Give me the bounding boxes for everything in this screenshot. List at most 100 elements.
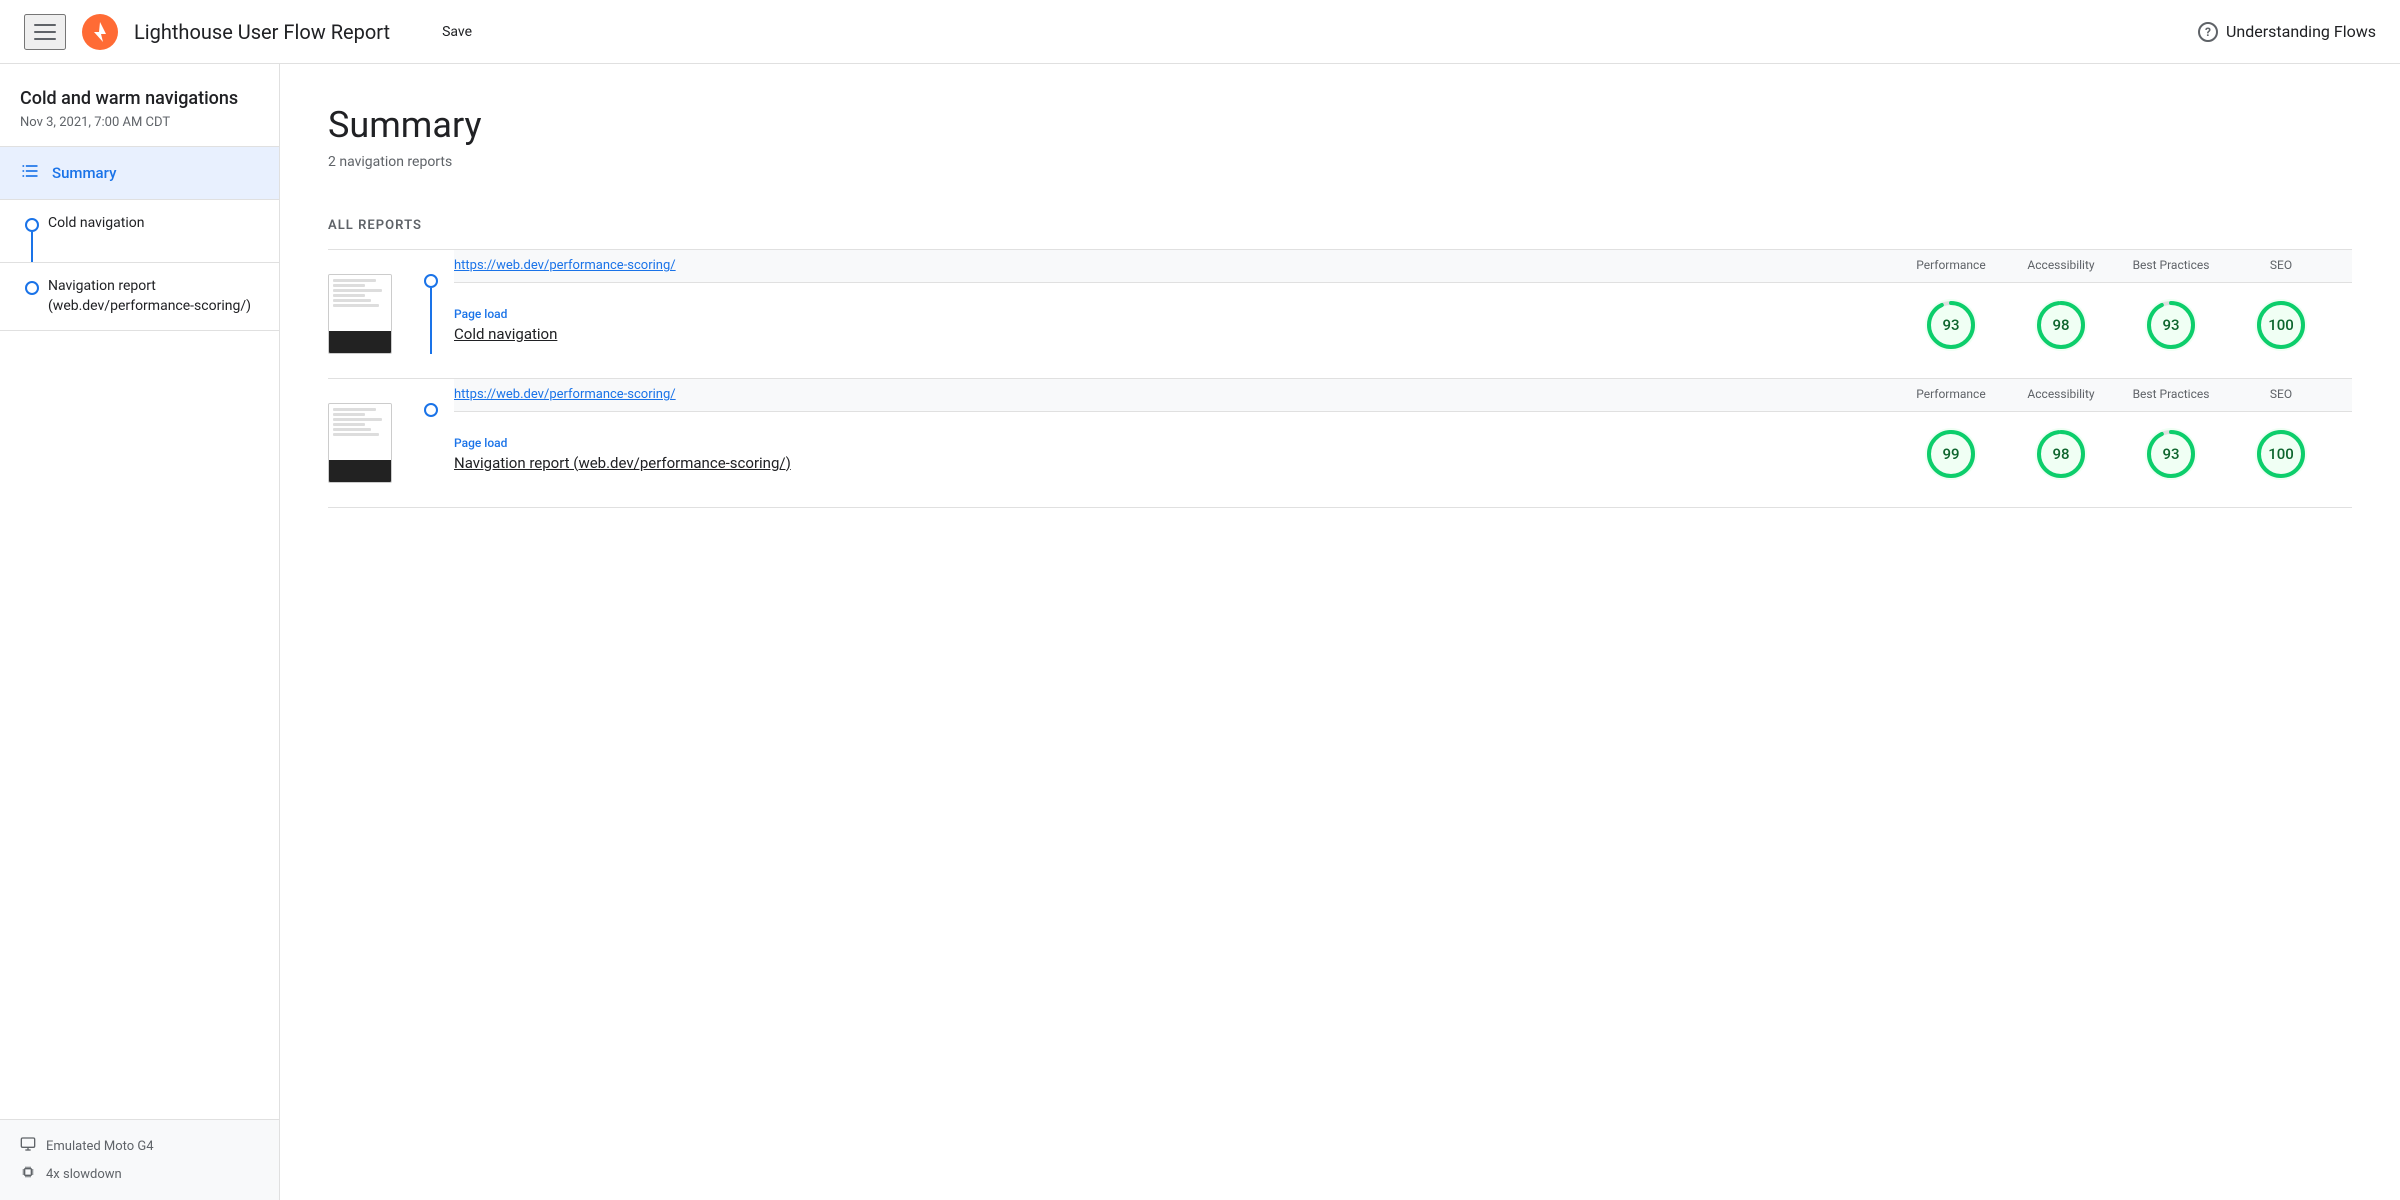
timeline-circle-2 [25, 281, 39, 295]
score-value-seo-1: 100 [2268, 316, 2294, 334]
thumb-top-1 [329, 275, 391, 331]
report-line-1 [430, 288, 432, 354]
score-seo-2: 100 [2226, 428, 2336, 480]
report-url-2[interactable]: https://web.dev/performance-scoring/ [454, 387, 1896, 402]
sidebar-item-navigation-report[interactable]: Navigation report(web.dev/performance-sc… [0, 263, 279, 331]
col-header-seo-2: SEO [2226, 387, 2336, 403]
score-circle-best-practices-2: 93 [2145, 428, 2197, 480]
sidebar: Cold and warm navigations Nov 3, 2021, 7… [0, 64, 280, 1200]
score-circle-best-practices-1: 93 [2145, 299, 2197, 351]
cpu-icon [20, 1164, 36, 1184]
score-value-accessibility-1: 98 [2052, 316, 2069, 334]
report-timeline-col-1 [408, 250, 454, 378]
score-circle-accessibility-2: 98 [2035, 428, 2087, 480]
understanding-flows-link[interactable]: ? Understanding Flows [2198, 22, 2376, 42]
score-seo-1: 100 [2226, 299, 2336, 351]
lighthouse-logo [82, 14, 118, 50]
score-best-practices-2: 93 [2116, 428, 2226, 480]
main-layout: Cold and warm navigations Nov 3, 2021, 7… [0, 64, 2400, 1200]
project-date: Nov 3, 2021, 7:00 AM CDT [20, 115, 259, 130]
score-performance-2: 99 [1896, 428, 2006, 480]
score-best-practices-1: 93 [2116, 299, 2226, 351]
emulated-device-label: Emulated Moto G4 [46, 1139, 154, 1154]
col-header-performance-1: Performance [1896, 258, 2006, 274]
sidebar-item-cold-navigation[interactable]: Cold navigation [0, 200, 279, 263]
cpu-slowdown-item: 4x slowdown [20, 1164, 259, 1184]
col-header-accessibility-2: Accessibility [2006, 387, 2116, 403]
report-url-1[interactable]: https://web.dev/performance-scoring/ [454, 258, 1896, 273]
report-type-2: Page load [454, 436, 1896, 450]
report-info-row-1: Page load Cold navigation [454, 283, 2352, 367]
col-header-best-practices-1: Best Practices [2116, 258, 2226, 274]
report-type-1: Page load [454, 307, 1896, 321]
report-info-1: Page load Cold navigation [454, 307, 1896, 343]
understanding-flows-label: Understanding Flows [2226, 22, 2376, 41]
col-header-performance-2: Performance [1896, 387, 2006, 403]
sidebar-footer: Emulated Moto G4 4x slowdown [0, 1119, 279, 1200]
save-button[interactable]: Save [430, 16, 484, 48]
report-thumbnail-1 [328, 274, 392, 354]
report-card-2: https://web.dev/performance-scoring/ Per… [328, 379, 2352, 508]
report-scores-1: 93 98 [1896, 299, 2336, 351]
report-timeline-col-2 [408, 379, 454, 507]
sidebar-nav: Summary Cold navigation Navigation repor… [0, 147, 279, 1119]
score-accessibility-1: 98 [2006, 299, 2116, 351]
score-circle-seo-1: 100 [2255, 299, 2307, 351]
report-header-cols-2: Performance Accessibility Best Practices… [1896, 387, 2336, 403]
score-value-performance-1: 93 [1942, 316, 1959, 334]
content-area: Summary 2 navigation reports ALL REPORTS [280, 64, 2400, 1200]
sidebar-project-info: Cold and warm navigations Nov 3, 2021, 7… [0, 64, 279, 147]
timeline-circle-1 [25, 218, 39, 232]
nav-item-navigation-report-label: Navigation report(web.dev/performance-sc… [40, 263, 263, 330]
menu-button[interactable] [24, 14, 66, 50]
report-name-1[interactable]: Cold navigation [454, 325, 1896, 343]
report-card-1: https://web.dev/performance-scoring/ Per… [328, 250, 2352, 379]
score-value-performance-2: 99 [1942, 445, 1959, 463]
summary-subtitle: 2 navigation reports [328, 154, 2352, 170]
summary-section: Summary 2 navigation reports [328, 104, 2352, 170]
summary-title: Summary [328, 104, 2352, 146]
help-icon: ? [2198, 22, 2218, 42]
sidebar-item-summary[interactable]: Summary [0, 147, 279, 200]
report-body-2: https://web.dev/performance-scoring/ Per… [454, 379, 2352, 507]
report-body-1: https://web.dev/performance-scoring/ Per… [454, 250, 2352, 378]
col-header-accessibility-1: Accessibility [2006, 258, 2116, 274]
score-circle-performance-2: 99 [1925, 428, 1977, 480]
header: Lighthouse User Flow Report Save ? Under… [0, 0, 2400, 64]
report-scores-2: 99 98 [1896, 428, 2336, 480]
report-info-row-2: Page load Navigation report (web.dev/per… [454, 412, 2352, 496]
monitor-icon [20, 1136, 36, 1156]
report-circle-2 [424, 403, 438, 417]
score-circle-performance-1: 93 [1925, 299, 1977, 351]
score-circle-accessibility-1: 98 [2035, 299, 2087, 351]
report-header-row-2: https://web.dev/performance-scoring/ Per… [454, 379, 2352, 412]
timeline-col-1 [0, 200, 40, 262]
list-icon [20, 161, 40, 185]
thumb-top-2 [329, 404, 391, 460]
report-circle-1 [424, 274, 438, 288]
cpu-slowdown-label: 4x slowdown [46, 1167, 122, 1182]
report-thumbnail-col-1 [328, 250, 408, 378]
score-value-accessibility-2: 98 [2052, 445, 2069, 463]
project-title: Cold and warm navigations [20, 88, 259, 109]
timeline-line-1 [31, 232, 33, 262]
report-name-2[interactable]: Navigation report (web.dev/performance-s… [454, 454, 1896, 472]
score-circle-seo-2: 100 [2255, 428, 2307, 480]
header-title: Lighthouse User Flow Report [134, 20, 390, 44]
reports-container: ALL REPORTS [328, 218, 2352, 508]
score-performance-1: 93 [1896, 299, 2006, 351]
score-value-best-practices-2: 93 [2162, 445, 2179, 463]
report-thumbnail-col-2 [328, 379, 408, 507]
report-info-2: Page load Navigation report (web.dev/per… [454, 436, 1896, 472]
report-header-row-1: https://web.dev/performance-scoring/ Per… [454, 250, 2352, 283]
emulated-device-item: Emulated Moto G4 [20, 1136, 259, 1156]
score-accessibility-2: 98 [2006, 428, 2116, 480]
col-header-best-practices-2: Best Practices [2116, 387, 2226, 403]
score-value-seo-2: 100 [2268, 445, 2294, 463]
header-left: Lighthouse User Flow Report Save [24, 14, 484, 50]
thumb-bottom-1 [329, 331, 391, 353]
timeline-col-2 [0, 263, 40, 311]
col-header-seo-1: SEO [2226, 258, 2336, 274]
score-value-best-practices-1: 93 [2162, 316, 2179, 334]
all-reports-label: ALL REPORTS [328, 218, 2352, 233]
